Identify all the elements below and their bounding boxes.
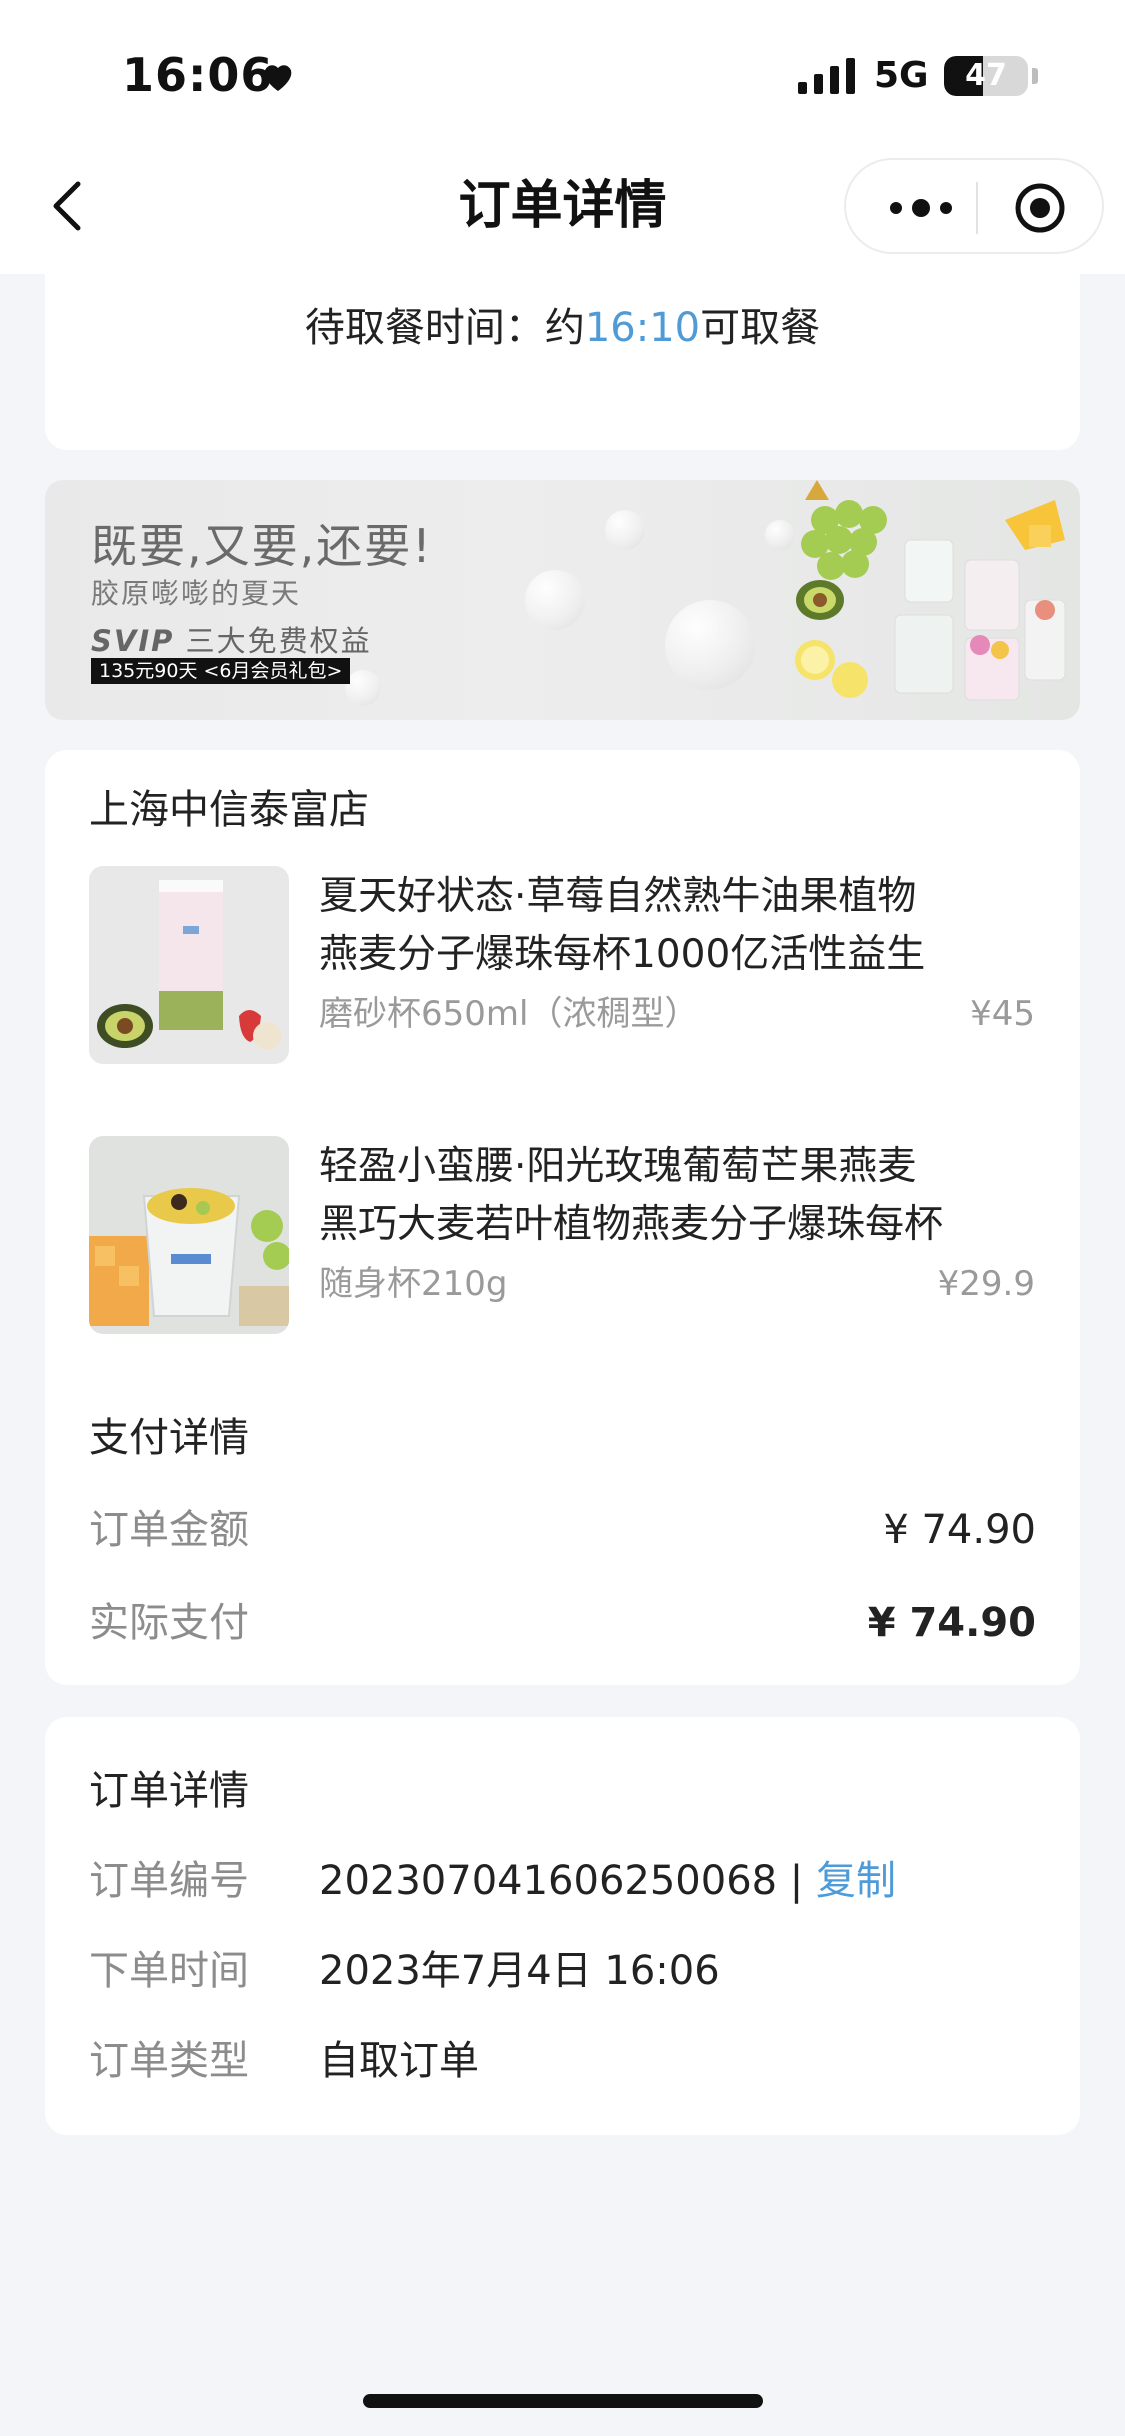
copy-button[interactable]: 复制 (816, 1858, 896, 1904)
network-type: 5G (874, 55, 929, 96)
battery-icon: 47 (944, 56, 1028, 96)
order-amount-value: ¥ 74.90 (883, 1507, 1036, 1553)
payment-section-title: 支付详情 (89, 1415, 249, 1461)
status-time: 16:06 (122, 48, 274, 102)
water-drop (665, 600, 755, 690)
signal-icon (798, 58, 855, 94)
product-price: ¥45 (970, 994, 1035, 1034)
heart-icon (264, 65, 292, 91)
order-card: 上海中信泰富店 夏天好状态·草莓自然熟牛油果植物 燕麦分子爆珠每杯1000亿活性… (45, 750, 1080, 1685)
product-image (89, 866, 289, 1064)
paid-amount-value: ¥ 74.90 (867, 1600, 1036, 1646)
svip-label: SVIP (91, 624, 175, 658)
product-price: ¥29.9 (937, 1264, 1035, 1304)
pickup-suffix: 可取餐 (700, 305, 821, 351)
capsule-divider (976, 182, 978, 234)
pickup-prefix: 待取餐时间：约 (304, 305, 585, 351)
product-title-line1: 轻盈小蛮腰·阳光玫瑰葡萄芒果燕麦 (319, 1144, 917, 1189)
water-drop (605, 510, 645, 550)
battery-percent: 47 (965, 58, 1007, 93)
home-indicator (363, 2394, 763, 2408)
benefit-text: 三大免费权益 (185, 624, 372, 658)
nav-bar: 订单详情 (0, 150, 1125, 274)
order-time-label: 下单时间 (89, 1948, 249, 1994)
order-detail-card: 订单详情 订单编号 202307041606250068 | 复制 下单时间 2… (45, 1717, 1080, 2135)
banner-headline: 既要,又要,还要! (91, 519, 433, 573)
product-title: 夏天好状态·草莓自然熟牛油果植物 燕麦分子爆珠每杯1000亿活性益生 (319, 868, 1019, 984)
store-name: 上海中信泰富店 (89, 787, 369, 833)
fruit-cups-illustration (795, 480, 1066, 701)
order-type-label: 订单类型 (89, 2038, 249, 2084)
pickup-card: 待取餐时间：约16:10可取餐 (45, 274, 1080, 450)
order-time-value: 2023年7月4日 16:06 (319, 1948, 720, 1994)
product-image (89, 1136, 289, 1334)
product-title-line1: 夏天好状态·草莓自然熟牛油果植物 (319, 874, 917, 919)
product-title-line2: 黑巧大麦若叶植物燕麦分子爆珠每杯 (319, 1202, 944, 1247)
order-amount-label: 订单金额 (89, 1507, 249, 1553)
mini-program-capsule (844, 158, 1104, 254)
product-title-line2: 燕麦分子爆珠每杯1000亿活性益生 (319, 932, 926, 977)
order-number-value: 202307041606250068 (319, 1858, 778, 1904)
banner-benefit: SVIP 三大免费权益 (91, 618, 372, 660)
pickup-time-text: 待取餐时间：约16:10可取餐 (45, 300, 1080, 356)
detail-section-title: 订单详情 (89, 1768, 249, 1814)
pickup-time: 16:10 (584, 305, 701, 351)
product-spec: 磨砂杯650ml（浓稠型） (319, 994, 699, 1034)
product-title: 轻盈小蛮腰·阳光玫瑰葡萄芒果燕麦 黑巧大麦若叶植物燕麦分子爆珠每杯 (319, 1138, 1019, 1254)
banner-price-tag: 135元90天 <6月会员礼包> (91, 658, 351, 684)
battery-cap (1032, 68, 1038, 84)
more-icon[interactable] (886, 188, 956, 228)
order-item[interactable]: 轻盈小蛮腰·阳光玫瑰葡萄芒果燕麦 黑巧大麦若叶植物燕麦分子爆珠每杯 随身杯210… (89, 1136, 1039, 1336)
close-target-icon[interactable] (1014, 182, 1066, 234)
separator: | (777, 1858, 816, 1904)
status-bar: 16:06 5G 47 (0, 0, 1125, 150)
promo-banner[interactable]: 既要,又要,还要! 胶原嘭嘭的夏天 SVIP 三大免费权益 135元90天 <6… (45, 480, 1080, 720)
order-type-value: 自取订单 (319, 2038, 479, 2084)
order-number-label: 订单编号 (89, 1858, 249, 1904)
banner-subline: 胶原嘭嘭的夏天 (91, 577, 302, 610)
water-drop (525, 570, 585, 630)
product-spec: 随身杯210g (319, 1264, 508, 1304)
order-item[interactable]: 夏天好状态·草莓自然熟牛油果植物 燕麦分子爆珠每杯1000亿活性益生 磨砂杯65… (89, 866, 1039, 1066)
order-number: 202307041606250068 | 复制 (319, 1853, 896, 1909)
paid-amount-label: 实际支付 (89, 1600, 249, 1646)
